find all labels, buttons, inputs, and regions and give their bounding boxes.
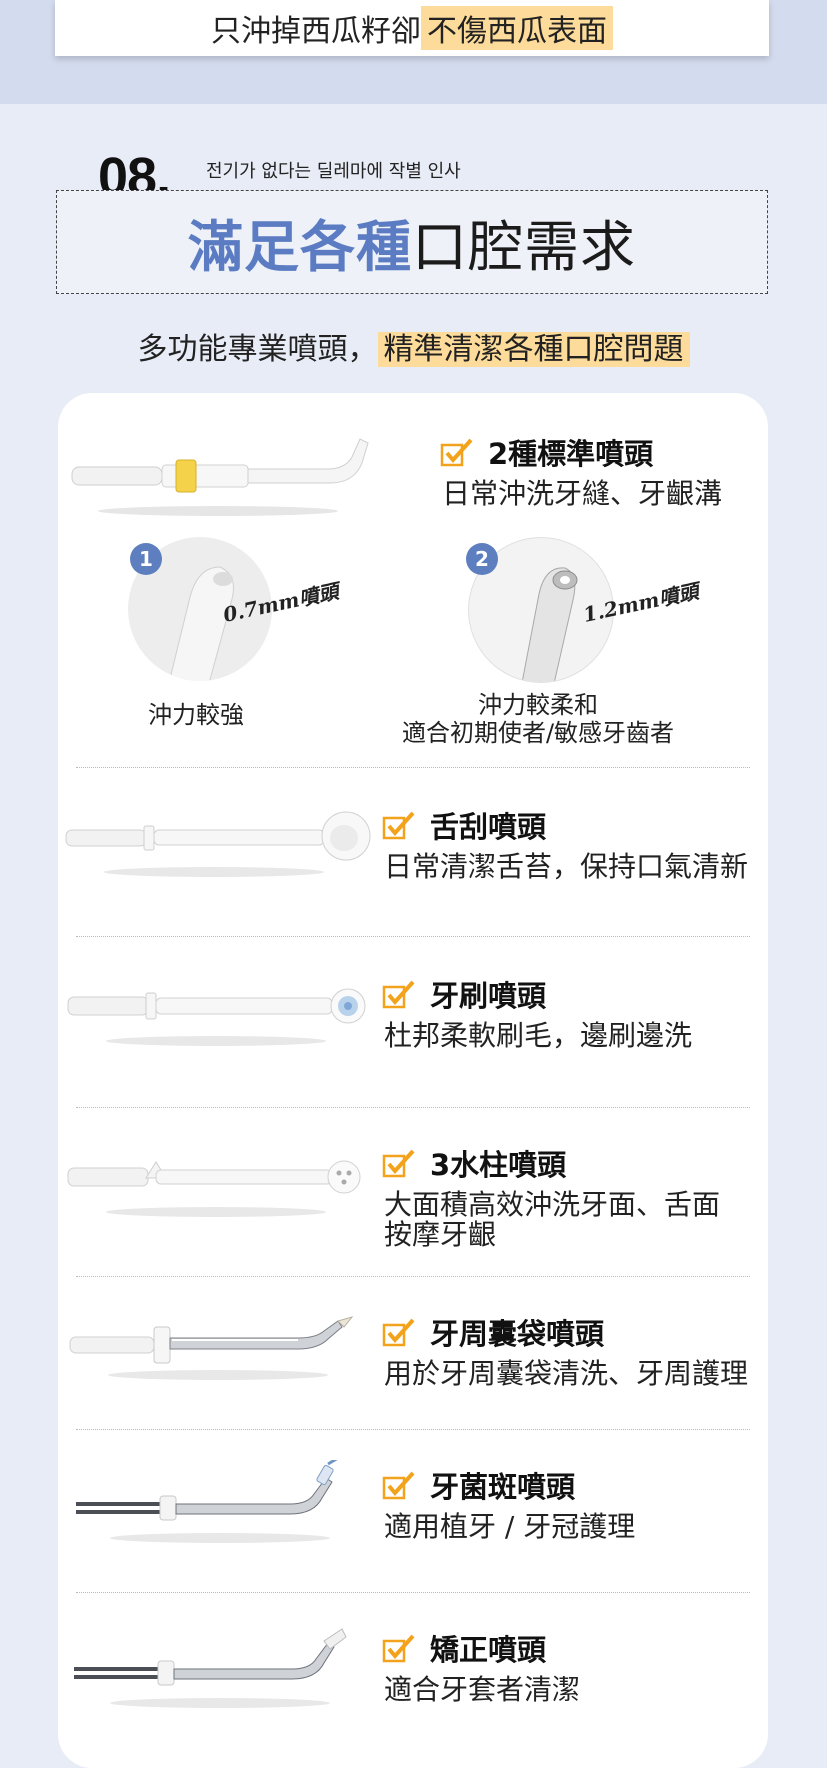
top-banner-text: 只沖掉西瓜籽卻 xyxy=(211,14,421,49)
item-title: 矯正噴頭 xyxy=(430,1633,547,1667)
section-title-box: 滿足各種 口腔需求 xyxy=(56,190,768,294)
top-banner-card: 只沖掉西瓜籽卻 不傷西瓜表面 xyxy=(55,0,769,56)
toothbrush-nozzle-icon xyxy=(67,988,366,1046)
item-title: 牙周囊袋噴頭 xyxy=(430,1317,605,1351)
item-desc-line: 杜邦柔軟刷毛，邊刷邊洗 xyxy=(384,1019,693,1052)
nozzle-item: 3水柱噴頭 大面積高效沖洗牙面、舌面 按摩牙齦 xyxy=(58,1108,768,1276)
option-badge-2: 2 xyxy=(466,543,498,575)
option-caption-2-line1: 沖力較柔和 xyxy=(478,691,598,719)
section-subtitle: 多功能專業噴頭， 精準清潔各種口腔問題 xyxy=(0,324,827,368)
option-caption-2: 沖力較柔和 適合初期使者/敏感牙齒者 xyxy=(358,691,718,747)
section-korean-caption: 전기가 없다는 딜레마에 작별 인사 xyxy=(206,161,461,182)
tongue-scraper-nozzle-icon xyxy=(65,811,371,877)
item-title-row: 舌刮噴頭 xyxy=(382,804,546,846)
item-desc: 適合牙套者清潔 xyxy=(384,1675,580,1705)
item-title-row: 牙周囊袋噴頭 xyxy=(382,1311,604,1353)
item-desc-line: 大面積高效沖洗牙面、舌面 xyxy=(384,1188,721,1221)
standard-title-row: 2種標準噴頭 xyxy=(440,431,653,473)
plaque-nozzle-icon xyxy=(76,1460,338,1543)
item-desc: 日常清潔舌苔，保持口氣清新 xyxy=(384,852,748,882)
item-title-row: 牙刷噴頭 xyxy=(382,973,546,1015)
checkbox-check-icon xyxy=(382,1318,415,1347)
checkbox-check-icon xyxy=(382,1149,415,1178)
item-title-row: 3水柱噴頭 xyxy=(382,1142,566,1184)
nozzle-item: 舌刮噴頭 日常清潔舌苔，保持口氣清新 xyxy=(58,768,768,936)
item-desc-line: 用於牙周囊袋清洗、牙周護理 xyxy=(384,1357,749,1390)
nozzle-item: 牙周囊袋噴頭 用於牙周囊袋清洗、牙周護理 xyxy=(58,1277,768,1429)
triple-jet-nozzle-icon xyxy=(67,1160,361,1217)
item-title: 3水柱噴頭 xyxy=(430,1148,567,1182)
option-badge-1: 1 xyxy=(130,543,162,575)
option-caption-2-line2: 適合初期使者/敏感牙齒者 xyxy=(401,719,675,747)
item-desc-line: 按摩牙齦 xyxy=(384,1218,497,1251)
item-title: 牙刷噴頭 xyxy=(430,979,547,1013)
standard-nozzle-icon xyxy=(71,438,369,516)
top-banner-highlight: 不傷西瓜表面 xyxy=(421,6,613,50)
item-desc-line: 適用植牙 / 牙冠護理 xyxy=(384,1510,636,1543)
orthodontic-nozzle-icon xyxy=(74,1628,347,1708)
item-title: 舌刮噴頭 xyxy=(430,810,547,844)
nozzle-item: 牙刷噴頭 杜邦柔軟刷毛，邊刷邊洗 xyxy=(58,937,768,1107)
option-caption-1: 沖力較強 xyxy=(148,701,244,729)
standard-nozzle-item: 2種標準噴頭 日常沖洗牙縫、牙齦溝 1 0.7mm噴頭 沖力較強 2 1.2mm… xyxy=(58,393,768,767)
nozzle-item: 矯正噴頭 適合牙套者清潔 xyxy=(58,1593,768,1753)
section-title-rest: 口腔需求 xyxy=(412,215,637,279)
item-title: 牙菌斑噴頭 xyxy=(430,1470,576,1504)
item-desc: 杜邦柔軟刷毛，邊刷邊洗 xyxy=(384,1021,692,1051)
checkbox-check-icon xyxy=(382,980,415,1009)
subtitle-text: 多功能專業噴頭， xyxy=(137,332,378,367)
section-title-emphasis: 滿足各種 xyxy=(187,215,412,279)
item-title-row: 矯正噴頭 xyxy=(382,1627,546,1669)
nozzle-item: 牙菌斑噴頭 適用植牙 / 牙冠護理 xyxy=(58,1430,768,1592)
item-desc: 大面積高效沖洗牙面、舌面 按摩牙齦 xyxy=(384,1190,720,1250)
standard-desc: 日常沖洗牙縫、牙齦溝 xyxy=(442,477,723,510)
item-desc: 適用植牙 / 牙冠護理 xyxy=(384,1512,635,1542)
item-desc-line: 適合牙套者清潔 xyxy=(384,1673,581,1706)
nozzle-panel: 2種標準噴頭 日常沖洗牙縫、牙齦溝 1 0.7mm噴頭 沖力較強 2 1.2mm… xyxy=(58,393,768,1768)
standard-title: 2種標準噴頭 xyxy=(488,437,654,471)
item-desc: 用於牙周囊袋清洗、牙周護理 xyxy=(384,1359,748,1389)
item-title-row: 牙菌斑噴頭 xyxy=(382,1464,575,1506)
periodontal-nozzle-icon xyxy=(69,1316,354,1380)
checkbox-check-icon xyxy=(382,811,415,840)
checkbox-check-icon xyxy=(382,1471,415,1500)
checkbox-check-icon xyxy=(382,1634,415,1663)
subtitle-highlight: 精準清潔各種口腔問題 xyxy=(377,332,690,367)
item-desc-line: 日常清潔舌苔，保持口氣清新 xyxy=(384,850,749,883)
checkbox-check-icon xyxy=(440,438,473,467)
